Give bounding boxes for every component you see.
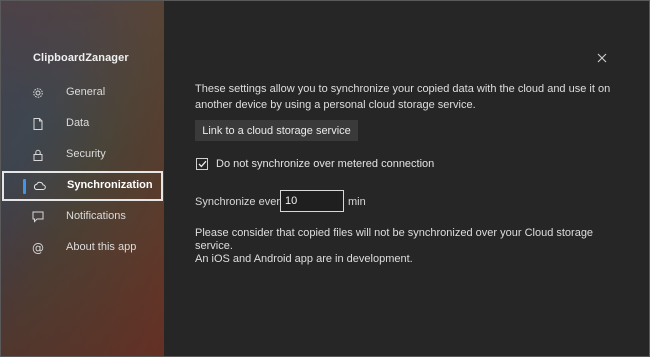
sidebar-item-about[interactable]: @ About this app: [1, 233, 164, 263]
sidebar-item-data[interactable]: Data: [1, 109, 164, 139]
link-cloud-storage-button[interactable]: Link to a cloud storage service: [195, 120, 358, 141]
sync-note-line: An iOS and Android app are in developmen…: [195, 253, 413, 265]
sidebar-item-notifications[interactable]: Notifications: [1, 202, 164, 232]
active-indicator: [23, 179, 26, 194]
sidebar-item-label: Security: [66, 148, 106, 160]
sync-interval-unit: min: [348, 196, 366, 208]
document-icon: [31, 117, 45, 131]
at-icon: @: [32, 241, 44, 255]
close-icon: [597, 50, 607, 68]
sync-description: These settings allow you to synchronize …: [195, 83, 611, 111]
sidebar-item-label: General: [66, 86, 106, 98]
sync-interval-label: Synchronize every :: [195, 196, 292, 208]
gear-icon: [31, 86, 45, 100]
sidebar-item-security[interactable]: Security: [1, 140, 164, 170]
sync-note: Please consider that copied files will n…: [195, 227, 615, 266]
sidebar: ClipboardZanager General Data Security S…: [1, 1, 164, 356]
sidebar-item-label: About this app: [66, 241, 137, 253]
lock-icon: [31, 148, 45, 162]
settings-window: ClipboardZanager General Data Security S…: [0, 0, 650, 357]
sync-note-line: Please consider that copied files will n…: [195, 227, 594, 252]
sidebar-item-synchronization[interactable]: Synchronization: [2, 171, 163, 201]
close-button[interactable]: [594, 51, 610, 67]
sidebar-item-label: Notifications: [66, 210, 126, 222]
sidebar-item-label: Data: [66, 117, 90, 129]
sync-interval-input[interactable]: [280, 190, 344, 212]
sidebar-item-label: Synchronization: [67, 179, 153, 191]
metered-connection-label[interactable]: Do not synchronize over metered connecti…: [216, 158, 434, 170]
message-icon: [31, 210, 45, 224]
cloud-icon: [32, 179, 46, 193]
checkmark-icon: [198, 160, 206, 168]
metered-connection-checkbox[interactable]: [196, 158, 208, 170]
app-title: ClipboardZanager: [33, 52, 129, 64]
sidebar-item-general[interactable]: General: [1, 78, 164, 108]
